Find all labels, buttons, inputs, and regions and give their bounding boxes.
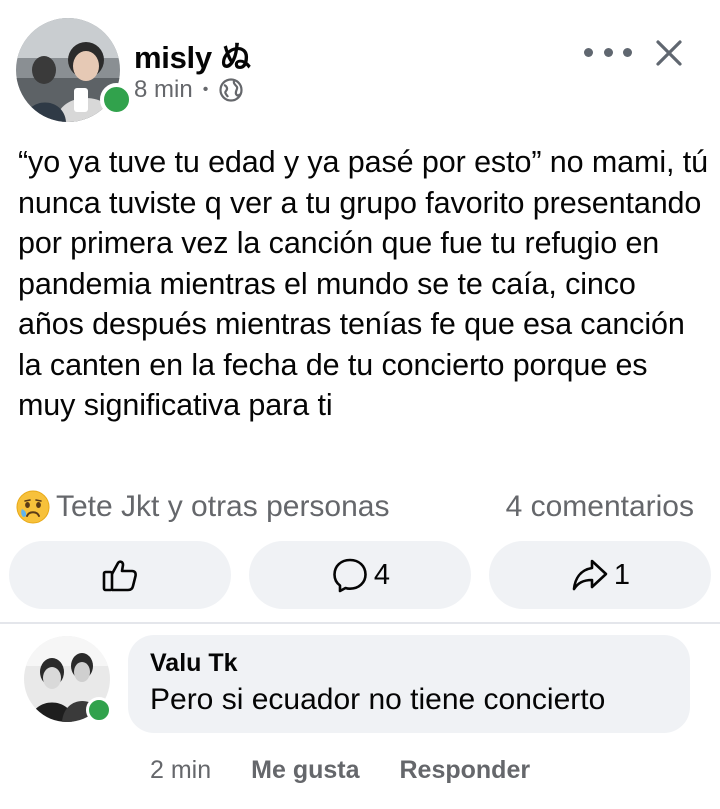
more-dot-icon bbox=[623, 47, 632, 57]
share-button[interactable]: 1 bbox=[489, 541, 711, 609]
post-time[interactable]: 8 min bbox=[134, 76, 193, 104]
reactions-text: Tete Jkt y otras personas bbox=[56, 490, 390, 523]
commenter-online-indicator bbox=[86, 697, 112, 723]
section-divider bbox=[0, 622, 720, 624]
share-count: 1 bbox=[613, 558, 631, 591]
comment-author[interactable]: Valu Tk bbox=[150, 647, 668, 679]
comment-bubble-icon bbox=[333, 558, 367, 593]
post-author-name[interactable]: misly ぬ bbox=[134, 32, 251, 77]
globe-icon bbox=[218, 77, 244, 103]
comment-count: 4 bbox=[373, 558, 391, 591]
online-status-indicator bbox=[100, 83, 133, 116]
comment-bubble[interactable]: Valu Tk Pero si ecuador no tiene concier… bbox=[128, 635, 690, 733]
post-text: “yo ya tuve tu edad y ya pasé por esto” … bbox=[18, 145, 708, 422]
more-dot-icon bbox=[603, 47, 613, 57]
comment-text: Pero si ecuador no tiene concierto bbox=[150, 683, 606, 716]
like-button[interactable] bbox=[9, 541, 231, 609]
post-meta: 8 min • bbox=[134, 76, 244, 104]
comments-count-link[interactable]: 4 comentarios bbox=[506, 490, 694, 524]
thumbs-up-icon bbox=[102, 560, 137, 592]
reactions-summary[interactable]: Tete Jkt y otras personas bbox=[16, 490, 390, 524]
comment-actions: 2 min Me gusta Responder bbox=[150, 756, 570, 785]
share-arrow-icon bbox=[572, 559, 608, 591]
meta-separator: • bbox=[202, 81, 209, 98]
more-options-button[interactable] bbox=[584, 36, 632, 68]
comment-reply-button[interactable]: Responder bbox=[400, 756, 531, 785]
comment-time: 2 min bbox=[150, 756, 212, 784]
comment-button[interactable]: 4 bbox=[249, 541, 471, 609]
more-dot-icon bbox=[584, 47, 593, 57]
close-button[interactable] bbox=[652, 36, 686, 70]
comment-like-button[interactable]: Me gusta bbox=[251, 756, 359, 785]
sad-face-icon bbox=[16, 490, 50, 524]
close-icon bbox=[656, 40, 682, 66]
